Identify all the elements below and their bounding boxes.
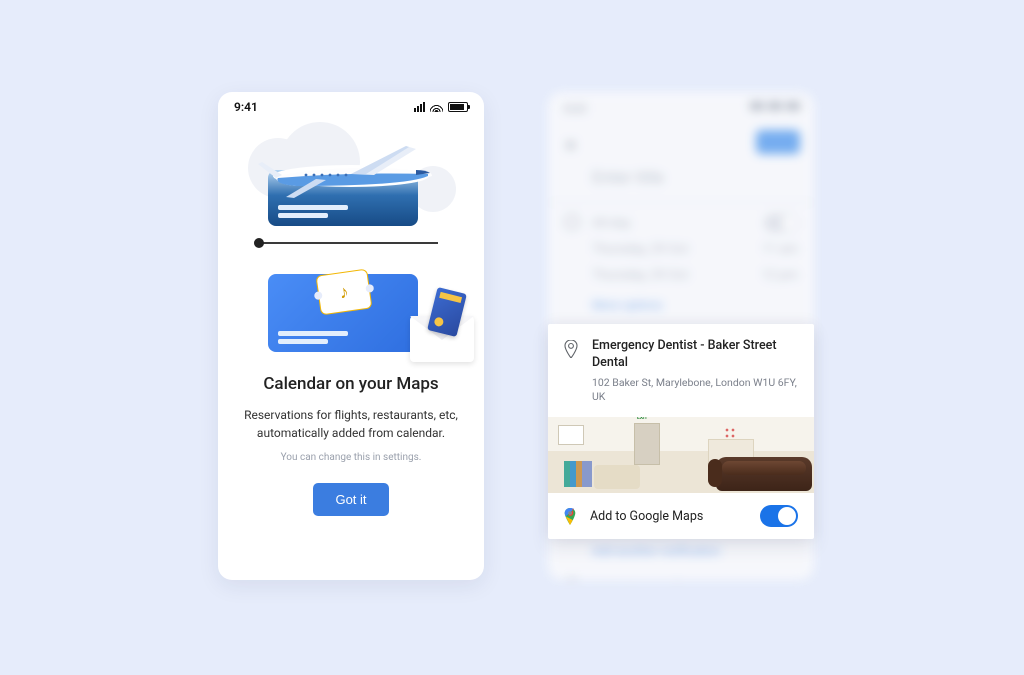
onboarding-hint: You can change this in settings.: [240, 452, 462, 463]
video-icon: [566, 578, 578, 580]
status-time: 9:41: [234, 100, 258, 114]
google-maps-pin-icon: [564, 508, 578, 525]
close-icon[interactable]: ✕: [564, 136, 577, 155]
status-icons: [750, 102, 800, 110]
battery-icon: [448, 102, 468, 112]
ticket-icon: ♪: [315, 269, 372, 316]
add-to-maps-label: Add to Google Maps: [590, 509, 760, 524]
end-time-row[interactable]: Thursday, 29 Oct 12 pm: [592, 268, 798, 283]
place-photo[interactable]: [548, 417, 814, 493]
video-conferencing-row[interactable]: Add video conferencing: [592, 578, 728, 580]
more-options-link[interactable]: More options: [592, 298, 663, 312]
event-editor-phone: 9:41 ✕ Enter title All-day Thursday, 29 …: [548, 92, 814, 580]
onboarding-title: Calendar on your Maps: [240, 374, 462, 394]
status-bar: 9:41: [218, 92, 484, 122]
onboarding-illustration: ♪: [218, 122, 484, 360]
got-it-button[interactable]: Got it: [313, 483, 388, 516]
status-icons: [414, 102, 468, 112]
cellular-icon: [414, 102, 425, 112]
add-to-maps-row: Add to Google Maps: [548, 493, 814, 539]
wifi-icon: [430, 102, 443, 112]
location-pin-icon: [564, 340, 580, 405]
status-time: 9:41: [564, 102, 588, 116]
onboarding-subtitle: Reservations for flights, restaurants, e…: [240, 406, 462, 442]
place-address: 102 Baker St, Marylebone, London W1U 6FY…: [592, 376, 798, 405]
onboarding-phone: 9:41: [218, 92, 484, 580]
onboarding-copy: Calendar on your Maps Reservations for f…: [218, 360, 484, 516]
save-button[interactable]: [756, 130, 800, 154]
start-time-row[interactable]: Thursday, 29 Oct 11 am: [592, 242, 798, 257]
place-name: Emergency Dentist - Baker Street Dental: [592, 338, 798, 372]
location-header[interactable]: Emergency Dentist - Baker Street Dental …: [548, 324, 814, 417]
illustration-timeline: [258, 242, 438, 244]
clock-icon: [564, 214, 580, 230]
title-input[interactable]: Enter title: [592, 168, 664, 188]
add-to-maps-toggle[interactable]: [760, 505, 798, 527]
allday-toggle[interactable]: [764, 214, 798, 232]
airplane-icon: [256, 142, 446, 202]
location-card: Emergency Dentist - Baker Street Dental …: [548, 324, 814, 539]
add-notification-link[interactable]: Add another notification: [592, 544, 720, 558]
